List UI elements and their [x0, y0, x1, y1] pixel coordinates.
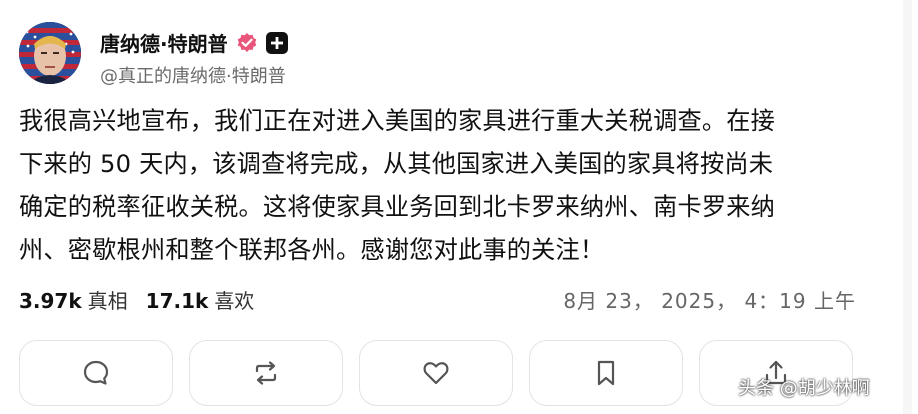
verified-badge-icon: [236, 32, 258, 54]
post-timestamp: 8月 23， 2025， 4：19 上午: [563, 289, 856, 313]
scrollbar[interactable]: [903, 0, 912, 414]
post-line: 州、密歇根州和整个联邦各州。感谢您对此事的关注！: [19, 236, 605, 264]
like-button[interactable]: [359, 340, 513, 406]
name-row: 唐纳德·特朗普: [100, 28, 288, 57]
display-name[interactable]: 唐纳德·特朗普: [100, 28, 228, 57]
avatar-image: [19, 22, 81, 84]
repost-button[interactable]: [189, 340, 343, 406]
plus-badge-icon: [265, 31, 288, 54]
user-handle[interactable]: @真正的唐纳德·特朗普: [100, 62, 286, 88]
heart-icon: [423, 362, 449, 385]
likes-label[interactable]: 喜欢: [214, 285, 254, 314]
likes-count[interactable]: 17.1k: [146, 289, 209, 313]
avatar[interactable]: [19, 22, 81, 84]
post-body: 我很高兴地宣布，我们正在对进入美国的家具进行重大关税调查。在接 下来的 50 天…: [19, 100, 869, 272]
post-line: 我很高兴地宣布，我们正在对进入美国的家具进行重大关税调查。在接: [19, 107, 776, 135]
repost-icon: [255, 361, 277, 385]
post-stats: 3.97k 真相 17.1k 喜欢: [19, 285, 272, 314]
reply-button[interactable]: [19, 340, 173, 406]
watermark: 头条 @胡少林啊: [738, 378, 870, 399]
bookmark-icon: [597, 360, 615, 386]
post-line: 下来的 50 天内，该调查将完成，从其他国家进入美国的家具将按尚未: [19, 150, 774, 178]
bookmark-button[interactable]: [529, 340, 683, 406]
post-line: 确定的税率征收关税。这将使家具业务回到北卡罗来纳州、南卡罗来纳: [19, 193, 776, 221]
reply-icon: [83, 360, 109, 385]
reposts-label[interactable]: 真相: [88, 285, 128, 314]
reposts-count[interactable]: 3.97k: [19, 289, 82, 313]
